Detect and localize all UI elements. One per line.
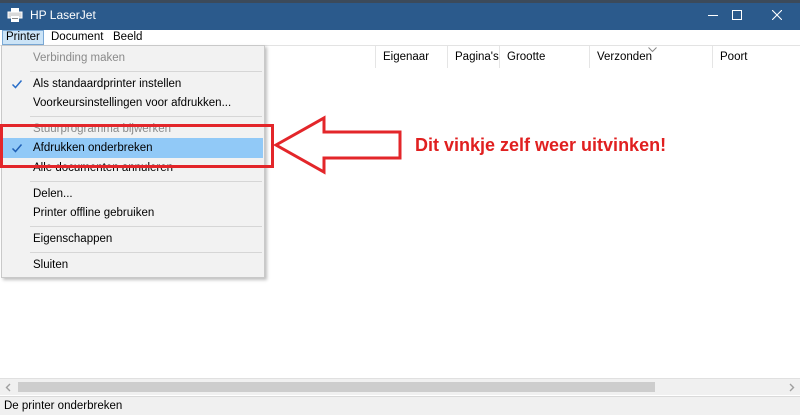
scroll-left-icon[interactable] — [3, 382, 15, 393]
close-button[interactable] — [754, 0, 800, 30]
scrollbar-thumb[interactable] — [18, 382, 655, 392]
maximize-icon — [732, 10, 742, 20]
window-title: HP LaserJet — [30, 8, 96, 22]
status-text: De printer onderbreken — [4, 400, 123, 412]
close-icon — [772, 10, 782, 20]
menu-item-voorkeursinstellingen[interactable]: Voorkeursinstellingen voor afdrukken... — [3, 93, 263, 113]
menu-item-label: Delen... — [33, 188, 73, 200]
checkmark-icon — [11, 80, 23, 89]
menu-separator — [30, 181, 262, 182]
menu-separator — [30, 252, 262, 253]
column-header-paginas[interactable]: Pagina's — [447, 46, 499, 68]
menu-printer[interactable]: Printer — [2, 30, 44, 45]
menu-separator — [30, 71, 262, 72]
horizontal-scrollbar[interactable] — [0, 378, 800, 395]
menu-item-printer-offline[interactable]: Printer offline gebruiken — [3, 203, 263, 223]
title-bar-top-strip — [0, 0, 800, 3]
menu-item-label: Als standaardprinter instellen — [33, 78, 182, 90]
menu-item-delen[interactable]: Delen... — [3, 184, 263, 204]
menu-item-label: Verbinding maken — [33, 52, 126, 64]
menu-item-label: Sluiten — [33, 259, 69, 271]
menu-item-eigenschappen[interactable]: Eigenschappen — [3, 229, 263, 249]
menu-item-label: Printer offline gebruiken — [33, 207, 155, 219]
menu-separator — [30, 226, 262, 227]
annotation-text: Dit vinkje zelf weer uitvinken! — [415, 135, 667, 155]
title-bar: HP LaserJet — [0, 0, 800, 30]
scroll-right-icon[interactable] — [785, 382, 797, 393]
column-header-grootte[interactable]: Grootte — [499, 46, 589, 68]
menu-item-label: Eigenschappen — [33, 233, 113, 245]
printer-icon — [7, 8, 23, 22]
status-bar: De printer onderbreken — [0, 396, 800, 415]
sort-descending-icon — [648, 47, 657, 53]
menu-beeld[interactable]: Beeld — [110, 30, 145, 45]
menu-document[interactable]: Document — [48, 30, 106, 45]
menu-bar: Printer Document Beeld — [0, 30, 800, 45]
menu-item-sluiten[interactable]: Sluiten — [3, 255, 263, 275]
menu-item-standaardprinter[interactable]: Als standaardprinter instellen — [3, 74, 263, 94]
menu-item-label: Voorkeursinstellingen voor afdrukken... — [33, 97, 232, 109]
menu-item-verbinding-maken[interactable]: Verbinding maken — [3, 48, 263, 68]
column-header-poort[interactable]: Poort — [712, 46, 800, 68]
column-header-eigenaar[interactable]: Eigenaar — [375, 46, 447, 68]
menu-separator — [30, 116, 262, 117]
annotation-highlight-box — [0, 124, 274, 168]
annotation-arrow-icon — [272, 115, 402, 175]
